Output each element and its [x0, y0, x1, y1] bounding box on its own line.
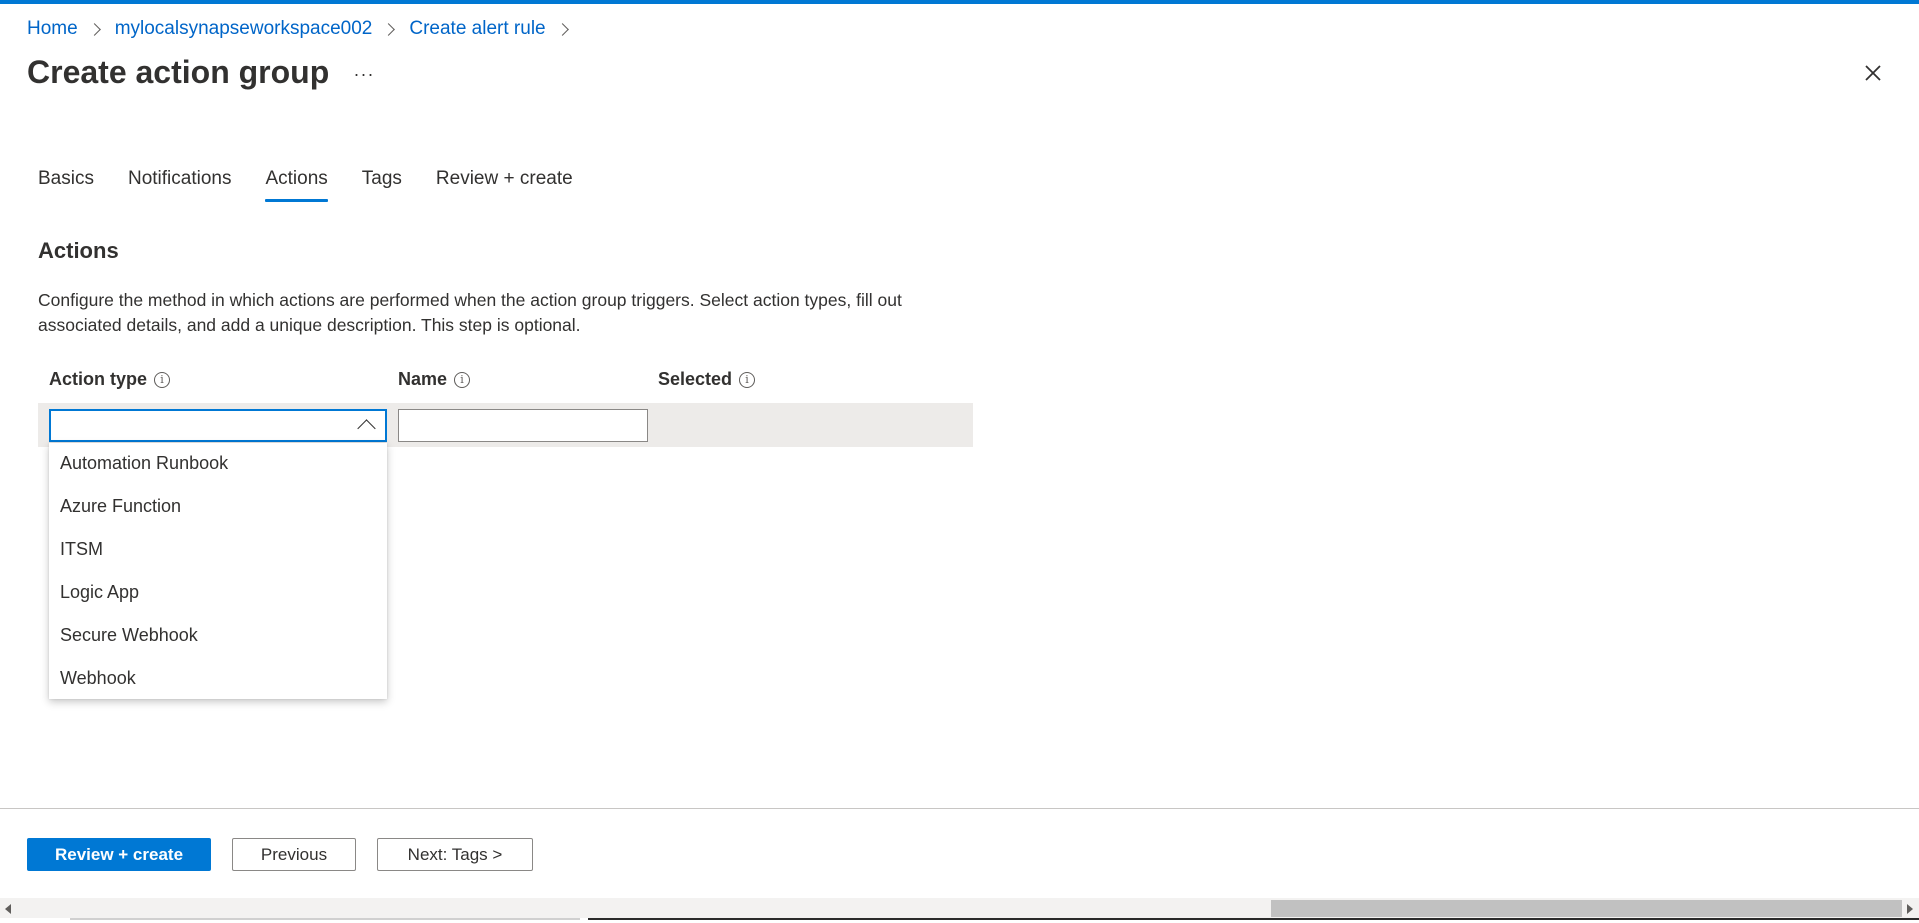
column-header-label: Action type: [49, 369, 148, 389]
tab-actions[interactable]: Actions: [265, 168, 329, 202]
option-azure-function[interactable]: Azure Function: [49, 486, 387, 529]
info-icon[interactable]: i: [454, 371, 471, 388]
previous-button[interactable]: Previous: [232, 838, 356, 871]
breadcrumb: Home mylocalsynapseworkspace002 Create a…: [27, 18, 583, 40]
action-type-dropdown[interactable]: [49, 409, 387, 442]
option-itsm[interactable]: ITSM: [49, 529, 387, 572]
column-header-label: Selected: [658, 369, 733, 389]
horizontal-scrollbar[interactable]: [0, 898, 1919, 918]
breadcrumb-create-alert-rule[interactable]: Create alert rule: [409, 18, 545, 40]
scrollbar-thumb[interactable]: [1271, 900, 1902, 917]
tab-notifications[interactable]: Notifications: [128, 168, 232, 202]
next-tags-button[interactable]: Next: Tags >: [377, 838, 533, 871]
footer-divider: [0, 808, 1919, 809]
column-header-selected: Selected i: [658, 369, 756, 390]
page-title: Create action group: [27, 54, 330, 90]
column-header-action-type: Action type i: [49, 369, 171, 390]
info-icon[interactable]: i: [154, 371, 171, 388]
more-options-button[interactable]: ···: [350, 60, 378, 88]
breadcrumb-home[interactable]: Home: [27, 18, 78, 40]
chevron-up-icon: [357, 419, 376, 438]
section-title: Actions: [38, 238, 119, 263]
scroll-right-icon[interactable]: [1907, 904, 1913, 914]
action-type-options-list: Automation Runbook Azure Function ITSM L…: [49, 443, 387, 699]
action-name-input[interactable]: [398, 409, 648, 442]
chevron-right-icon: [555, 22, 569, 36]
info-icon[interactable]: i: [739, 371, 756, 388]
column-header-label: Name: [398, 369, 448, 389]
close-icon: [1865, 65, 1881, 81]
review-create-button[interactable]: Review + create: [27, 838, 211, 871]
wizard-tabs: Basics Notifications Actions Tags Review…: [38, 168, 607, 202]
taskbar-segment: [588, 918, 1919, 920]
tab-tags[interactable]: Tags: [362, 168, 402, 202]
option-webhook[interactable]: Webhook: [49, 658, 387, 701]
option-logic-app[interactable]: Logic App: [49, 572, 387, 615]
chevron-right-icon: [87, 22, 101, 36]
option-automation-runbook[interactable]: Automation Runbook: [49, 443, 387, 486]
close-button[interactable]: [1858, 58, 1888, 88]
taskbar-edge: [0, 918, 1919, 923]
breadcrumb-workspace[interactable]: mylocalsynapseworkspace002: [115, 18, 373, 40]
column-header-name: Name i: [398, 369, 471, 390]
taskbar-segment: [70, 918, 580, 920]
section-description: Configure the method in which actions ar…: [38, 290, 902, 335]
tab-review-create[interactable]: Review + create: [436, 168, 573, 202]
tab-basics[interactable]: Basics: [38, 168, 94, 202]
chevron-right-icon: [382, 22, 396, 36]
scroll-left-icon[interactable]: [5, 904, 11, 914]
option-secure-webhook[interactable]: Secure Webhook: [49, 615, 387, 658]
top-accent-bar: [0, 0, 1919, 4]
